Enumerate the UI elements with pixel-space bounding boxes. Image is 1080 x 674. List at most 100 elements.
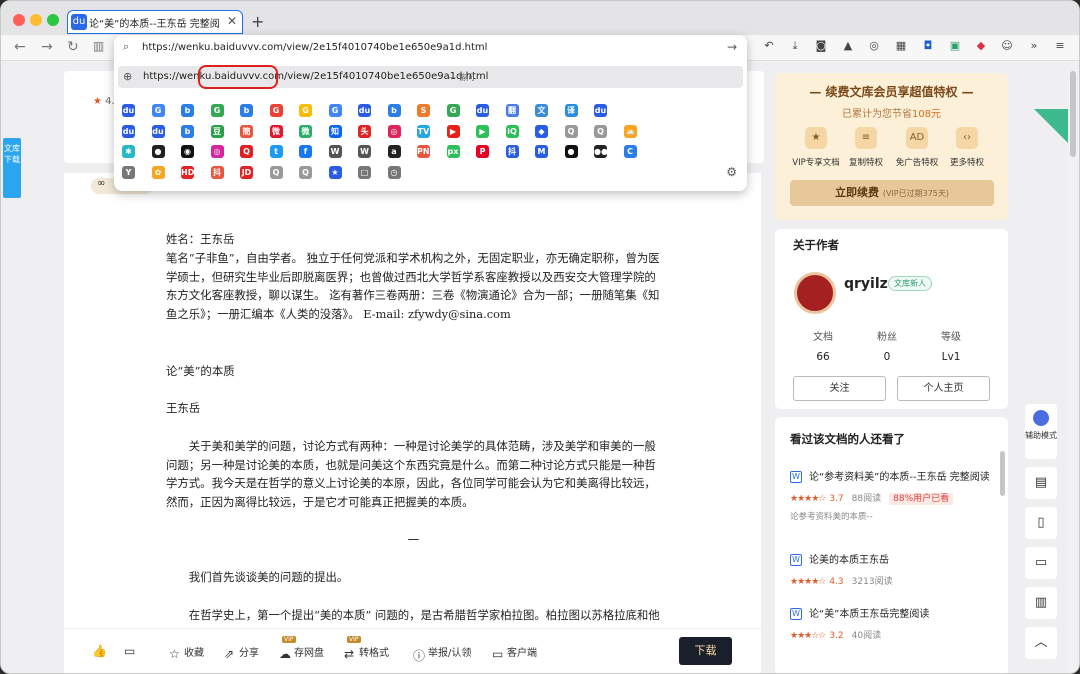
quick-link-icon[interactable]: C [623, 145, 654, 166]
report-button[interactable]: ⓘ 举报/认领 [413, 644, 471, 663]
quick-link-icon[interactable] [624, 104, 654, 125]
quick-link-icon[interactable]: b [240, 104, 270, 125]
circle-extension-icon[interactable]: ◎ [867, 39, 881, 53]
assist-mode-button[interactable]: 辅助模式 [1025, 404, 1057, 459]
quick-link-icon[interactable]: ✿ [151, 165, 182, 187]
quick-link-icon[interactable]: ◷ [387, 165, 418, 187]
more-extensions-icon[interactable]: » [1027, 39, 1041, 53]
tab-close-icon[interactable]: ✕ [227, 14, 237, 28]
download-button[interactable]: 下载 [679, 637, 732, 665]
side-download-tab[interactable]: 文库下载 [3, 138, 21, 198]
client-button[interactable]: ▭ 客户端 [492, 644, 537, 661]
quick-link-icon[interactable]: ★ [328, 165, 359, 187]
quick-link-icon[interactable]: ◎ [387, 124, 418, 146]
collect-button[interactable]: ☆ 收藏 [169, 644, 204, 661]
quick-link-icon[interactable]: ● [151, 145, 182, 166]
back-to-top-icon[interactable]: ︿ [1025, 627, 1057, 659]
pocket-icon[interactable]: ◆ [974, 39, 988, 53]
briefcase-icon[interactable]: ▤ [1025, 467, 1057, 499]
convert-format-button[interactable]: VIP ⇄ 转格式 [344, 636, 389, 661]
back-icon[interactable]: ← [14, 39, 26, 55]
quick-link-icon[interactable]: 抖 [210, 165, 241, 187]
quick-link-icon[interactable]: G [269, 104, 300, 125]
quick-link-icon[interactable]: ◎ [210, 145, 241, 166]
quick-link-icon[interactable]: G [299, 104, 329, 125]
close-window-button[interactable] [13, 14, 25, 26]
sidebar-toggle-icon[interactable]: ▥ [93, 39, 104, 53]
quick-link-icon[interactable]: □ [358, 165, 388, 187]
quick-link-icon[interactable]: ✱ [122, 145, 152, 166]
quick-link-icon[interactable]: 微 [299, 124, 329, 146]
address-bar[interactable]: ⌕ https://wenku.baiduvvv.com/view/2e15f4… [114, 35, 747, 61]
quick-link-icon[interactable]: ◆ [535, 124, 565, 146]
homepage-button[interactable]: 个人主页 [897, 376, 990, 401]
forward-icon[interactable]: → [41, 39, 53, 55]
page-scrollbar[interactable] [1070, 71, 1076, 157]
quick-link-icon[interactable]: PNG [417, 145, 447, 166]
quick-link-icon[interactable]: Y [122, 165, 152, 187]
like-button[interactable]: 👍 [92, 644, 107, 658]
quick-link-icon[interactable]: Q [564, 124, 595, 146]
go-arrow-icon[interactable]: → [727, 40, 737, 54]
quick-link-icon[interactable]: ●● [594, 145, 624, 166]
quick-link-icon[interactable]: W [328, 145, 359, 166]
author-name[interactable]: qryilz [844, 276, 888, 292]
quick-link-icon[interactable]: Q [240, 145, 270, 166]
quick-link-icon[interactable]: 文 [535, 104, 565, 125]
quick-link-icon[interactable]: du [594, 104, 624, 125]
recommend-scrollbar[interactable] [1000, 451, 1005, 496]
quick-link-icon[interactable]: t [269, 145, 300, 166]
quick-link-icon[interactable]: px [446, 145, 477, 166]
save-to-pan-button[interactable]: VIP ☁ 存网盘 [279, 636, 324, 661]
zoom-window-button[interactable] [47, 14, 59, 26]
quick-link-icon[interactable]: du [358, 104, 388, 125]
quick-link-icon[interactable]: ▶ [476, 124, 506, 146]
quick-link-icon[interactable]: S [417, 104, 447, 125]
quick-link-icon[interactable]: b [181, 104, 211, 125]
list-item[interactable]: W 论美的本质王东岳 ★★★★☆ 4.3 3213阅读 [790, 554, 1000, 587]
quick-link-icon[interactable]: G [328, 104, 359, 125]
list-item[interactable]: W 论“美”本质王东岳完整阅读 ★★★☆☆ 3.2 40阅读 [790, 608, 1000, 641]
quick-link-icon[interactable]: b [387, 104, 418, 125]
shield-extension-icon[interactable]: ◘ [921, 39, 935, 53]
quick-link-icon[interactable]: ▶ [446, 124, 477, 146]
gear-icon[interactable]: ⚙ [726, 165, 737, 179]
quick-link-icon[interactable]: HD [181, 165, 211, 187]
avatar[interactable] [794, 272, 836, 314]
quick-link-icon[interactable]: ⛅ [623, 124, 654, 146]
minimize-window-button[interactable] [30, 14, 42, 26]
quick-link-icon[interactable]: du [151, 124, 182, 146]
quick-link-icon[interactable]: b [181, 124, 211, 146]
quick-link-icon[interactable]: iQ [505, 124, 536, 146]
quick-link-icon[interactable]: 译 [564, 104, 595, 125]
quick-link-icon[interactable]: 豆 [210, 124, 241, 146]
reload-icon[interactable]: ↻ [67, 39, 79, 55]
quick-link-icon[interactable]: TV [417, 124, 447, 146]
save-extension-icon[interactable]: ▣ [948, 39, 962, 53]
rocket-icon[interactable]: ▲ [841, 39, 855, 53]
undo-icon[interactable]: ↶ [762, 39, 776, 53]
quick-link-icon[interactable]: ● [564, 145, 595, 166]
quick-link-icon[interactable]: 知 [328, 124, 359, 146]
phone-icon[interactable]: ▯ [1025, 507, 1057, 539]
quick-link-icon[interactable]: W [358, 145, 388, 166]
download-icon[interactable]: ⤓ [788, 39, 802, 53]
quick-link-icon[interactable]: du [122, 104, 152, 125]
quick-link-icon[interactable]: Q [594, 124, 624, 146]
follow-button[interactable]: 关注 [793, 376, 886, 401]
list-item[interactable]: W 论“参考资料美”的本质--王东岳 完整阅读 ★★★★☆ 3.7 88阅读 88%用… [790, 471, 1000, 522]
quick-link-icon[interactable]: G [446, 104, 477, 125]
quick-link-icon[interactable]: a [387, 145, 418, 166]
perk-more[interactable]: ‹› 更多特权 [941, 127, 993, 168]
quick-link-icon[interactable]: du [476, 104, 506, 125]
quick-link-icon[interactable]: 簡 [240, 124, 270, 146]
quick-link-icon[interactable]: M [535, 145, 565, 166]
perk-vip-docs[interactable]: ★ VIP专享文档 [790, 127, 842, 168]
quick-link-icon[interactable]: G [210, 104, 241, 125]
camera-icon[interactable]: ◙ [814, 39, 828, 53]
quick-link-icon[interactable]: du [122, 124, 152, 146]
share-button[interactable]: ⇗ 分享 [224, 644, 259, 661]
quick-link-icon[interactable]: ◉ [181, 145, 211, 166]
quick-link-icon[interactable]: JD [240, 165, 270, 187]
quick-link-icon[interactable]: Q [299, 165, 329, 187]
